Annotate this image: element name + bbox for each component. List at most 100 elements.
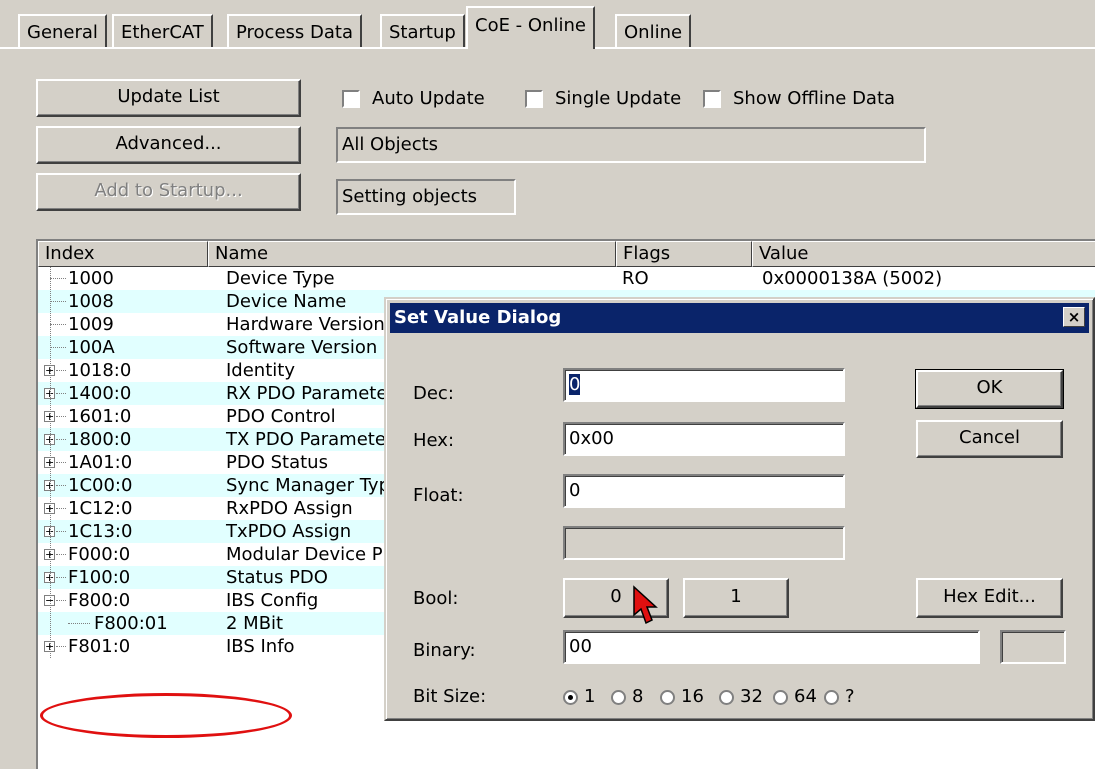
tab-ethercat[interactable]: EtherCAT bbox=[112, 14, 213, 47]
binary-bitcount-field bbox=[1000, 630, 1066, 664]
status-field: Setting objects bbox=[336, 179, 516, 215]
column-header-value[interactable]: Value bbox=[752, 241, 1095, 267]
cell-index: 1800:0 bbox=[68, 429, 132, 450]
close-icon[interactable]: × bbox=[1063, 307, 1085, 327]
cell-name: Device Name bbox=[226, 291, 347, 312]
tree-connector bbox=[56, 577, 66, 578]
tree-connector bbox=[56, 531, 66, 532]
tree-connector bbox=[50, 324, 66, 325]
cell-name: Device Type bbox=[226, 268, 335, 289]
tab-bar: General EtherCAT Process Data Startup Co… bbox=[0, 0, 1095, 49]
bitsize-label-8: 8 bbox=[632, 686, 644, 707]
tree-vertical-line bbox=[50, 267, 51, 658]
bitsize-label-16: 16 bbox=[681, 686, 704, 707]
cell-name: Sync Manager Type bbox=[226, 475, 402, 496]
tree-connector bbox=[56, 416, 66, 417]
cell-index: 1008 bbox=[68, 291, 114, 312]
bool-label: Bool: bbox=[413, 588, 459, 609]
bitsize-radio-8[interactable] bbox=[611, 690, 626, 705]
cell-name: Software Version bbox=[226, 337, 378, 358]
cell-index: F000:0 bbox=[68, 544, 131, 565]
tree-connector bbox=[56, 508, 66, 509]
bitsize-label-unknown: ? bbox=[845, 686, 855, 707]
binary-label: Binary: bbox=[413, 640, 476, 661]
dialog-title: Set Value Dialog bbox=[394, 307, 562, 328]
cell-index: 1601:0 bbox=[68, 406, 132, 427]
hex-input[interactable]: 0x00 bbox=[563, 422, 845, 456]
cell-index: 100A bbox=[68, 337, 115, 358]
bitsize-radio-64[interactable] bbox=[773, 690, 788, 705]
add-to-startup-button[interactable]: Add to Startup... bbox=[36, 173, 301, 211]
tree-connector bbox=[56, 393, 66, 394]
mouse-pointer-icon bbox=[633, 585, 658, 625]
string-display-field bbox=[563, 526, 845, 560]
advanced-button[interactable]: Advanced... bbox=[36, 126, 301, 164]
tree-connector bbox=[56, 554, 66, 555]
dec-input-value: 0 bbox=[569, 374, 581, 395]
tree-connector bbox=[56, 646, 66, 647]
set-value-dialog: Set Value Dialog × Dec: 0 Hex: 0x00 Floa… bbox=[384, 297, 1095, 721]
tree-connector bbox=[56, 439, 66, 440]
cell-name: RxPDO Assign bbox=[226, 498, 353, 519]
cell-index: 1C00:0 bbox=[68, 475, 133, 496]
bitsize-label-1: 1 bbox=[584, 686, 596, 707]
cell-name: TxPDO Assign bbox=[226, 521, 352, 542]
tab-coe-online[interactable]: CoE - Online bbox=[466, 6, 595, 49]
cell-index: 1000 bbox=[68, 268, 114, 289]
bit-size-label: Bit Size: bbox=[413, 686, 487, 707]
tree-connector bbox=[50, 347, 66, 348]
tree-connector bbox=[56, 370, 66, 371]
cell-name: IBS Info bbox=[226, 636, 295, 657]
ok-button[interactable]: OK bbox=[915, 369, 1064, 409]
show-offline-data-checkbox[interactable] bbox=[703, 90, 721, 108]
tab-startup[interactable]: Startup bbox=[380, 14, 465, 47]
bitsize-radio-unknown[interactable] bbox=[824, 690, 839, 705]
bitsize-label-64: 64 bbox=[794, 686, 817, 707]
cell-index: F801:0 bbox=[68, 636, 131, 657]
bitsize-label-32: 32 bbox=[740, 686, 763, 707]
bool-1-button[interactable]: 1 bbox=[683, 578, 789, 618]
cell-name: RX PDO Parameter bbox=[226, 383, 395, 404]
bitsize-radio-16[interactable] bbox=[660, 690, 675, 705]
cell-index: 1018:0 bbox=[68, 360, 132, 381]
dialog-titlebar[interactable]: Set Value Dialog × bbox=[390, 303, 1089, 333]
cell-index: 1C13:0 bbox=[68, 521, 133, 542]
cell-index: 1400:0 bbox=[68, 383, 132, 404]
hex-edit-button[interactable]: Hex Edit... bbox=[916, 578, 1063, 618]
cell-value: 0x0000138A (5002) bbox=[762, 268, 943, 289]
object-filter-field[interactable]: All Objects bbox=[336, 127, 926, 163]
show-offline-data-label: Show Offline Data bbox=[733, 88, 896, 109]
tree-connector bbox=[56, 462, 66, 463]
single-update-checkbox[interactable] bbox=[525, 90, 543, 108]
table-row[interactable]: 1000 Device Type RO 0x0000138A (5002) bbox=[38, 267, 1095, 290]
cell-name: 2 MBit bbox=[226, 613, 284, 634]
tree-connector bbox=[50, 278, 66, 279]
column-header-index[interactable]: Index bbox=[38, 241, 208, 267]
tab-general[interactable]: General bbox=[18, 14, 107, 47]
column-header-flags[interactable]: Flags bbox=[616, 241, 752, 267]
float-input[interactable]: 0 bbox=[563, 474, 845, 508]
cell-name: PDO Control bbox=[226, 406, 336, 427]
float-label: Float: bbox=[413, 485, 464, 506]
tab-online[interactable]: Online bbox=[615, 14, 692, 47]
tree-connector bbox=[56, 485, 66, 486]
column-header-name[interactable]: Name bbox=[208, 241, 616, 267]
update-list-button[interactable]: Update List bbox=[36, 79, 301, 117]
bitsize-radio-1[interactable] bbox=[563, 690, 578, 705]
cell-index: 1009 bbox=[68, 314, 114, 335]
cancel-button[interactable]: Cancel bbox=[916, 420, 1063, 458]
cell-index: F800:01 bbox=[94, 613, 168, 634]
cell-name: Identity bbox=[226, 360, 295, 381]
bitsize-radio-32[interactable] bbox=[719, 690, 734, 705]
tree-connector bbox=[56, 600, 66, 601]
cell-name: IBS Config bbox=[226, 590, 319, 611]
tab-process-data[interactable]: Process Data bbox=[227, 14, 362, 47]
single-update-label: Single Update bbox=[555, 88, 682, 109]
cell-flags: RO bbox=[622, 268, 649, 289]
auto-update-label: Auto Update bbox=[372, 88, 485, 109]
auto-update-checkbox[interactable] bbox=[342, 90, 360, 108]
dec-input[interactable]: 0 bbox=[563, 368, 845, 402]
binary-input[interactable]: 00 bbox=[563, 630, 980, 664]
cell-name: TX PDO Parameter bbox=[226, 429, 394, 450]
tree-connector bbox=[68, 623, 90, 624]
